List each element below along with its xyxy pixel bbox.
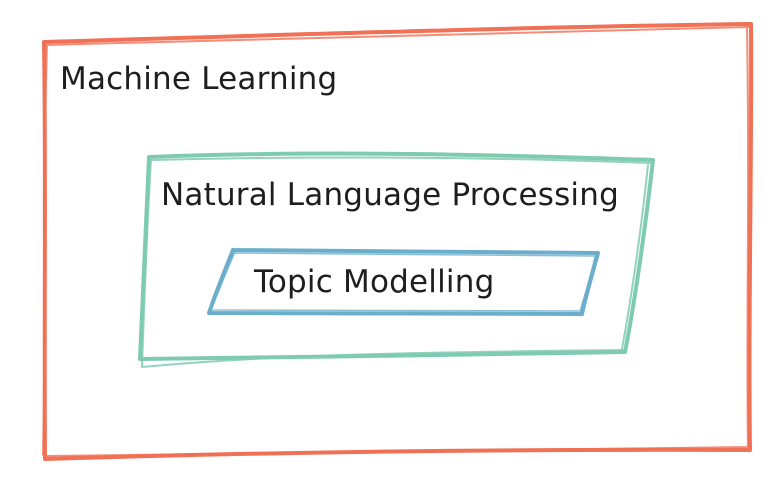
natural-language-processing-label: Natural Language Processing <box>161 177 619 213</box>
topic-modelling-label: Topic Modelling <box>254 264 495 300</box>
machine-learning-label: Machine Learning <box>60 61 338 97</box>
diagram-canvas: Machine Learning Natural Language Proces… <box>0 0 778 490</box>
